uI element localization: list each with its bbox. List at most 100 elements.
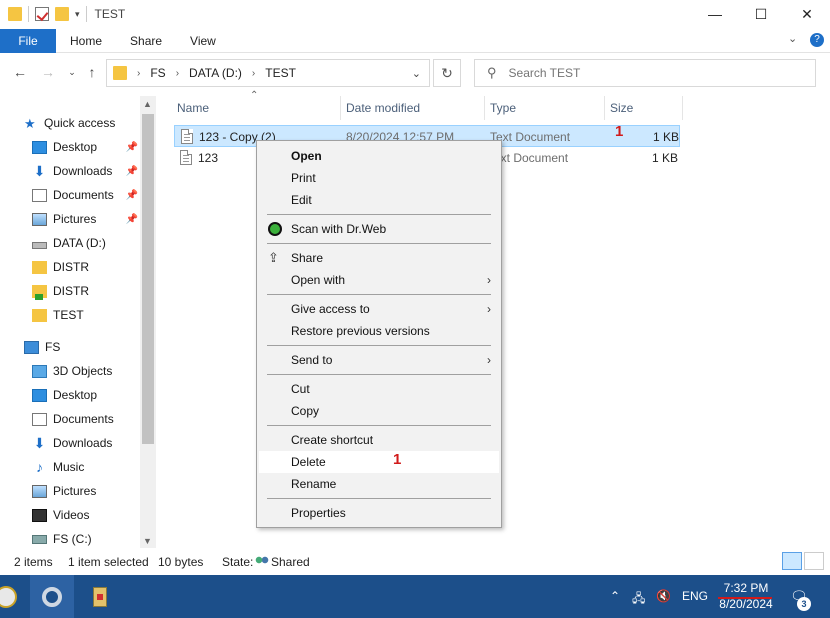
up-arrow-icon[interactable]: ↑: [84, 64, 100, 80]
download-icon: ⬇: [33, 162, 46, 179]
menu-item-print[interactable]: Print: [259, 167, 499, 189]
nav-item-desktop-pc[interactable]: Desktop: [32, 384, 140, 406]
nav-label: DISTR: [53, 284, 89, 298]
nav-quick-access[interactable]: ★ Quick access: [24, 112, 156, 134]
column-divider[interactable]: [484, 96, 485, 120]
nav-label: Pictures: [53, 212, 97, 226]
scroll-up-icon[interactable]: ▲: [143, 99, 152, 109]
nav-item-test[interactable]: TEST: [32, 304, 140, 326]
refresh-button[interactable]: ↻: [433, 59, 461, 87]
nav-item-pictures-pc[interactable]: Pictures: [32, 480, 140, 502]
chevron-right-icon[interactable]: ›: [252, 68, 255, 79]
chevron-right-icon[interactable]: ›: [137, 68, 140, 79]
nav-label: Pictures: [53, 484, 97, 498]
customize-dropdown-icon[interactable]: ▾: [75, 9, 80, 20]
menu-item-properties[interactable]: Properties: [259, 502, 499, 524]
minimize-button[interactable]: —: [692, 0, 738, 28]
menu-item-open[interactable]: Open: [259, 145, 499, 167]
forward-arrow-icon[interactable]: →: [40, 64, 56, 80]
desktop-icon: [32, 140, 47, 154]
clock[interactable]: 7:32 PM 8/20/2024: [716, 580, 776, 612]
menu-label: Give access to: [291, 302, 370, 316]
nav-item-c-drive[interactable]: FS (C:): [32, 528, 140, 548]
details-view-button[interactable]: [782, 552, 802, 570]
menu-item-give-access[interactable]: Give access to ›: [259, 298, 499, 320]
menu-item-create-shortcut[interactable]: Create shortcut: [259, 429, 499, 451]
breadcrumb-data-drive[interactable]: DATA (D:): [189, 66, 242, 80]
breadcrumb-test[interactable]: TEST: [265, 66, 296, 80]
menu-separator: [267, 294, 491, 295]
menu-item-copy[interactable]: Copy: [259, 400, 499, 422]
column-header-date[interactable]: Date modified: [346, 96, 420, 120]
nav-item-music[interactable]: ♪ Music: [32, 456, 140, 478]
nav-this-pc[interactable]: FS: [24, 336, 156, 358]
search-icon: ⚲: [487, 65, 497, 80]
column-header-type[interactable]: Type: [490, 96, 516, 120]
search-input[interactable]: [508, 66, 789, 80]
nav-item-3d-objects[interactable]: 3D Objects: [32, 360, 140, 382]
expand-ribbon-icon[interactable]: ⌄: [788, 33, 800, 45]
close-button[interactable]: ✕: [784, 0, 830, 28]
menu-item-rename[interactable]: Rename: [259, 473, 499, 495]
help-icon[interactable]: ?: [810, 33, 824, 47]
pin-icon: 📌: [125, 189, 138, 201]
nav-item-documents[interactable]: Documents 📌: [32, 184, 140, 206]
menu-label: Create shortcut: [291, 433, 374, 447]
large-icons-view-button[interactable]: [804, 552, 824, 570]
nav-item-downloads[interactable]: ⬇ Downloads 📌: [32, 160, 140, 182]
nav-item-distr[interactable]: DISTR: [32, 256, 140, 278]
drive-icon: [32, 241, 47, 249]
breadcrumb-fs[interactable]: FS: [150, 66, 165, 80]
chevron-up-icon[interactable]: ⌃: [610, 589, 620, 603]
sort-ascending-icon: ⌃: [250, 90, 259, 101]
menu-label: Copy: [291, 404, 320, 418]
menu-item-restore-versions[interactable]: Restore previous versions: [259, 320, 499, 342]
clock-app-icon[interactable]: [0, 575, 28, 618]
nav-item-videos[interactable]: Videos: [32, 504, 140, 526]
column-divider[interactable]: [604, 96, 605, 120]
search-box[interactable]: ⚲: [474, 59, 816, 87]
tab-view[interactable]: View: [176, 29, 230, 53]
chevron-right-icon[interactable]: ›: [176, 68, 179, 79]
language-indicator[interactable]: ENG: [682, 589, 708, 603]
address-bar[interactable]: › FS › DATA (D:) › TEST ⌄: [106, 59, 430, 87]
column-header-name[interactable]: Name: [177, 96, 209, 120]
menu-item-cut[interactable]: Cut: [259, 378, 499, 400]
new-folder-icon[interactable]: [55, 7, 69, 21]
menu-item-open-with[interactable]: Open with ›: [259, 269, 499, 291]
address-dropdown-icon[interactable]: ⌄: [412, 67, 421, 80]
nav-item-pictures[interactable]: Pictures 📌: [32, 208, 140, 230]
tab-share[interactable]: Share: [116, 29, 176, 53]
file-explorer-taskbar-icon[interactable]: [78, 575, 122, 618]
menu-item-edit[interactable]: Edit: [259, 189, 499, 211]
nav-label: Quick access: [44, 116, 116, 130]
tab-home[interactable]: Home: [56, 29, 116, 53]
clock-time: 7:32 PM: [723, 581, 769, 595]
menu-label: Send to: [291, 353, 333, 367]
nav-item-data-drive[interactable]: DATA (D:): [32, 232, 140, 254]
column-divider[interactable]: [682, 96, 683, 120]
nav-item-documents-pc[interactable]: Documents: [32, 408, 140, 430]
menu-item-send-to[interactable]: Send to ›: [259, 349, 499, 371]
nav-scrollbar[interactable]: ▲ ▼: [140, 96, 156, 548]
nav-item-desktop[interactable]: Desktop 📌: [32, 136, 140, 158]
nav-item-downloads-pc[interactable]: ⬇ Downloads: [32, 432, 140, 454]
menu-item-share[interactable]: ⇪ Share: [259, 247, 499, 269]
column-divider[interactable]: [340, 96, 341, 120]
nav-item-distr-shared[interactable]: DISTR: [32, 280, 140, 302]
menu-item-scan-drweb[interactable]: Scan with Dr.Web: [259, 218, 499, 240]
scrollbar-thumb[interactable]: [142, 114, 154, 444]
navigation-bar: ← → ⌄ ↑ › FS › DATA (D:) › TEST ⌄ ↻ ⚲: [0, 56, 830, 90]
menu-item-delete[interactable]: Delete 1: [259, 451, 499, 473]
settings-icon[interactable]: [30, 575, 74, 618]
volume-muted-icon[interactable]: 🔇: [656, 589, 671, 603]
column-header-size[interactable]: Size: [610, 96, 633, 120]
network-icon[interactable]: 🖧: [632, 589, 645, 610]
nav-label: Music: [53, 460, 85, 474]
back-arrow-icon[interactable]: ←: [12, 64, 28, 80]
maximize-button[interactable]: ☐: [738, 0, 784, 28]
tab-file[interactable]: File: [0, 28, 56, 53]
recent-locations-icon[interactable]: ⌄: [64, 64, 80, 80]
properties-icon[interactable]: [35, 7, 49, 21]
scroll-down-icon[interactable]: ▼: [143, 536, 152, 546]
